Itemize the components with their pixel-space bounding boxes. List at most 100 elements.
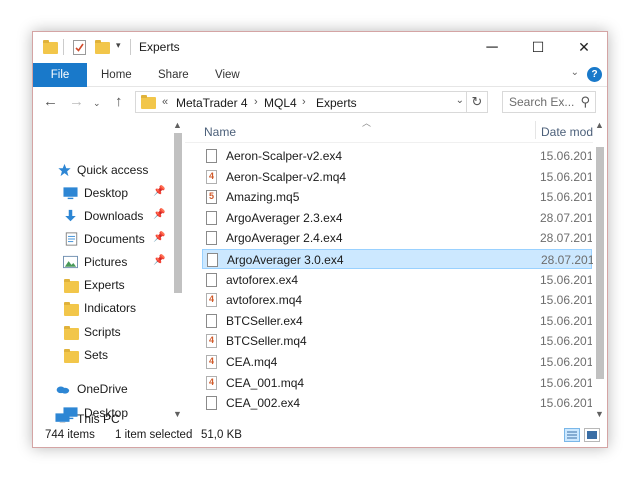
new-folder-icon[interactable] <box>95 40 110 54</box>
nav-item-downloads[interactable]: Downloads 📌 <box>33 205 171 227</box>
file-row[interactable]: ArgoAverager 3.0.ex4 28.07.2016 <box>202 249 593 269</box>
file-list-scrollbar[interactable]: ▲ ▼ <box>593 117 607 423</box>
download-icon <box>65 209 76 222</box>
tab-file[interactable]: File <box>33 63 87 87</box>
folder-icon <box>64 279 79 293</box>
file-row[interactable]: avtoforex.mq4 15.06.2016 <box>202 290 592 310</box>
nav-item-scripts[interactable]: Scripts <box>33 321 171 343</box>
file-row[interactable]: ArgoAverager 2.3.ex4 28.07.2016 <box>202 208 592 228</box>
scroll-thumb[interactable] <box>596 147 604 379</box>
selection-count: 1 item selected <box>115 429 193 441</box>
separator <box>63 39 64 55</box>
scroll-down-icon[interactable]: ▼ <box>595 409 604 419</box>
file-row[interactable]: Amazing.mq5 15.06.2016 <box>202 187 592 207</box>
address-dropdown-icon[interactable]: ⌄ <box>456 95 464 106</box>
forward-arrow-icon[interactable]: → <box>69 93 84 110</box>
source-file-icon <box>206 334 217 349</box>
nav-item-pictures[interactable]: Pictures 📌 <box>33 251 171 273</box>
address-bar[interactable]: « MetaTrader 4 › MQL4 › Experts ⌄ ↻ <box>135 91 488 113</box>
nav-item-pc-desktop[interactable]: Desktop <box>33 402 171 424</box>
breadcrumb-experts[interactable]: Experts <box>316 96 357 110</box>
file-row[interactable]: Aeron-Scalper-v2.ex4 15.06.2016 <box>202 146 592 166</box>
help-icon[interactable]: ? <box>587 67 602 82</box>
file-date: 15.06.2016 <box>540 396 592 411</box>
file-name: CEA.mq4 <box>226 355 278 369</box>
scroll-down-icon[interactable]: ▼ <box>173 409 182 419</box>
file-date: 15.06.2016 <box>540 272 592 287</box>
pin-icon[interactable]: 📌 <box>153 255 165 266</box>
source-file-icon <box>206 355 217 369</box>
file-row[interactable]: CEA.mq4 15.06.2016 <box>202 352 592 372</box>
pin-icon[interactable]: 📌 <box>153 186 165 197</box>
search-icon[interactable]: ⚲ <box>580 94 590 110</box>
minimize-button[interactable]: ─ <box>469 32 515 63</box>
nav-item-experts[interactable]: Experts <box>33 274 171 296</box>
expand-ribbon-icon[interactable]: ⌄ <box>571 67 579 78</box>
tab-view[interactable]: View <box>215 63 240 87</box>
file-date: 15.06.2016 <box>540 293 592 308</box>
file-row[interactable]: ArgoAverager 2.4.ex4 28.07.2016 <box>202 228 592 248</box>
source-file-icon <box>206 169 217 184</box>
file-icon <box>206 231 217 246</box>
recent-locations-icon[interactable]: ⌄ <box>93 98 101 109</box>
back-arrow-icon[interactable]: ← <box>43 93 58 110</box>
customize-quick-access-icon[interactable]: ▾ <box>116 40 121 57</box>
properties-icon[interactable] <box>73 40 86 55</box>
file-row[interactable]: BTCSeller.mq4 15.06.2016 <box>202 331 592 351</box>
folder-icon <box>64 326 79 340</box>
file-name: avtoforex.ex4 <box>226 272 299 287</box>
file-row[interactable]: CEA_002.ex4 15.06.2016 <box>202 393 592 413</box>
pin-icon[interactable]: 📌 <box>153 209 165 220</box>
file-icon <box>206 313 217 328</box>
scroll-thumb[interactable] <box>174 133 182 293</box>
column-divider[interactable] <box>535 121 536 139</box>
breadcrumb-chevron-icon[interactable]: › <box>254 96 258 108</box>
nav-item-documents[interactable]: Documents 📌 <box>33 228 171 250</box>
window-title: Experts <box>139 40 180 54</box>
file-row[interactable]: CEA_001.mq4 15.06.2016 <box>202 373 592 393</box>
file-row[interactable]: avtoforex.ex4 15.06.2016 <box>202 270 592 290</box>
search-box: ⚲ <box>502 91 596 113</box>
folder-icon <box>64 302 79 316</box>
breadcrumb-chevron-icon[interactable]: › <box>302 96 306 108</box>
file-icon <box>207 253 218 267</box>
file-name: Amazing.mq5 <box>226 190 300 205</box>
file-row[interactable]: Aeron-Scalper-v2.mq4 15.06.2016 <box>202 167 592 187</box>
nav-item-label: Scripts <box>84 325 121 339</box>
explorer-window: ▾ Experts ─ ☐ ✕ File Home Share View ⌄ ?… <box>32 31 608 448</box>
nav-item-indicators[interactable]: Indicators <box>33 297 171 319</box>
column-name[interactable]: Name <box>204 125 236 139</box>
documents-icon <box>65 232 78 246</box>
desktop-icon <box>63 187 78 200</box>
nav-scrollbar[interactable]: ▲ ▼ <box>171 117 185 423</box>
up-arrow-icon[interactable]: ↑ <box>115 93 123 110</box>
item-count: 744 items <box>45 429 95 441</box>
nav-item-quick-access[interactable]: Quick access <box>33 159 171 181</box>
nav-item-sets[interactable]: Sets <box>33 344 171 366</box>
nav-item-onedrive[interactable]: OneDrive <box>33 378 171 400</box>
nav-item-desktop[interactable]: Desktop 📌 <box>33 182 171 204</box>
close-button[interactable]: ✕ <box>561 32 607 63</box>
tab-home[interactable]: Home <box>101 63 132 87</box>
search-input[interactable] <box>509 95 575 109</box>
pin-icon[interactable]: 📌 <box>153 232 165 243</box>
file-icon <box>206 149 217 163</box>
tab-share[interactable]: Share <box>158 63 189 87</box>
file-name: BTCSeller.mq4 <box>226 334 307 349</box>
breadcrumb-metatrader[interactable]: MetaTrader 4 <box>176 96 248 110</box>
desktop-icon <box>63 407 78 420</box>
file-row[interactable]: BTCSeller.ex4 15.06.2016 <box>202 311 592 331</box>
column-headers: ︿ Name Date modified <box>185 117 607 143</box>
file-icon <box>206 396 217 411</box>
large-icons-view-icon[interactable] <box>584 428 600 442</box>
checkmark-icon <box>75 43 84 52</box>
scroll-up-icon[interactable]: ▲ <box>173 120 182 130</box>
selection-size: 51,0 KB <box>201 429 242 441</box>
details-view-icon[interactable] <box>564 428 580 442</box>
sort-ascending-icon: ︿ <box>362 118 372 128</box>
maximize-button[interactable]: ☐ <box>515 32 561 63</box>
refresh-icon[interactable]: ↻ <box>466 92 487 112</box>
scroll-up-icon[interactable]: ▲ <box>595 120 604 130</box>
breadcrumb-overflow[interactable]: « <box>162 96 168 108</box>
breadcrumb-mql4[interactable]: MQL4 <box>264 96 297 110</box>
